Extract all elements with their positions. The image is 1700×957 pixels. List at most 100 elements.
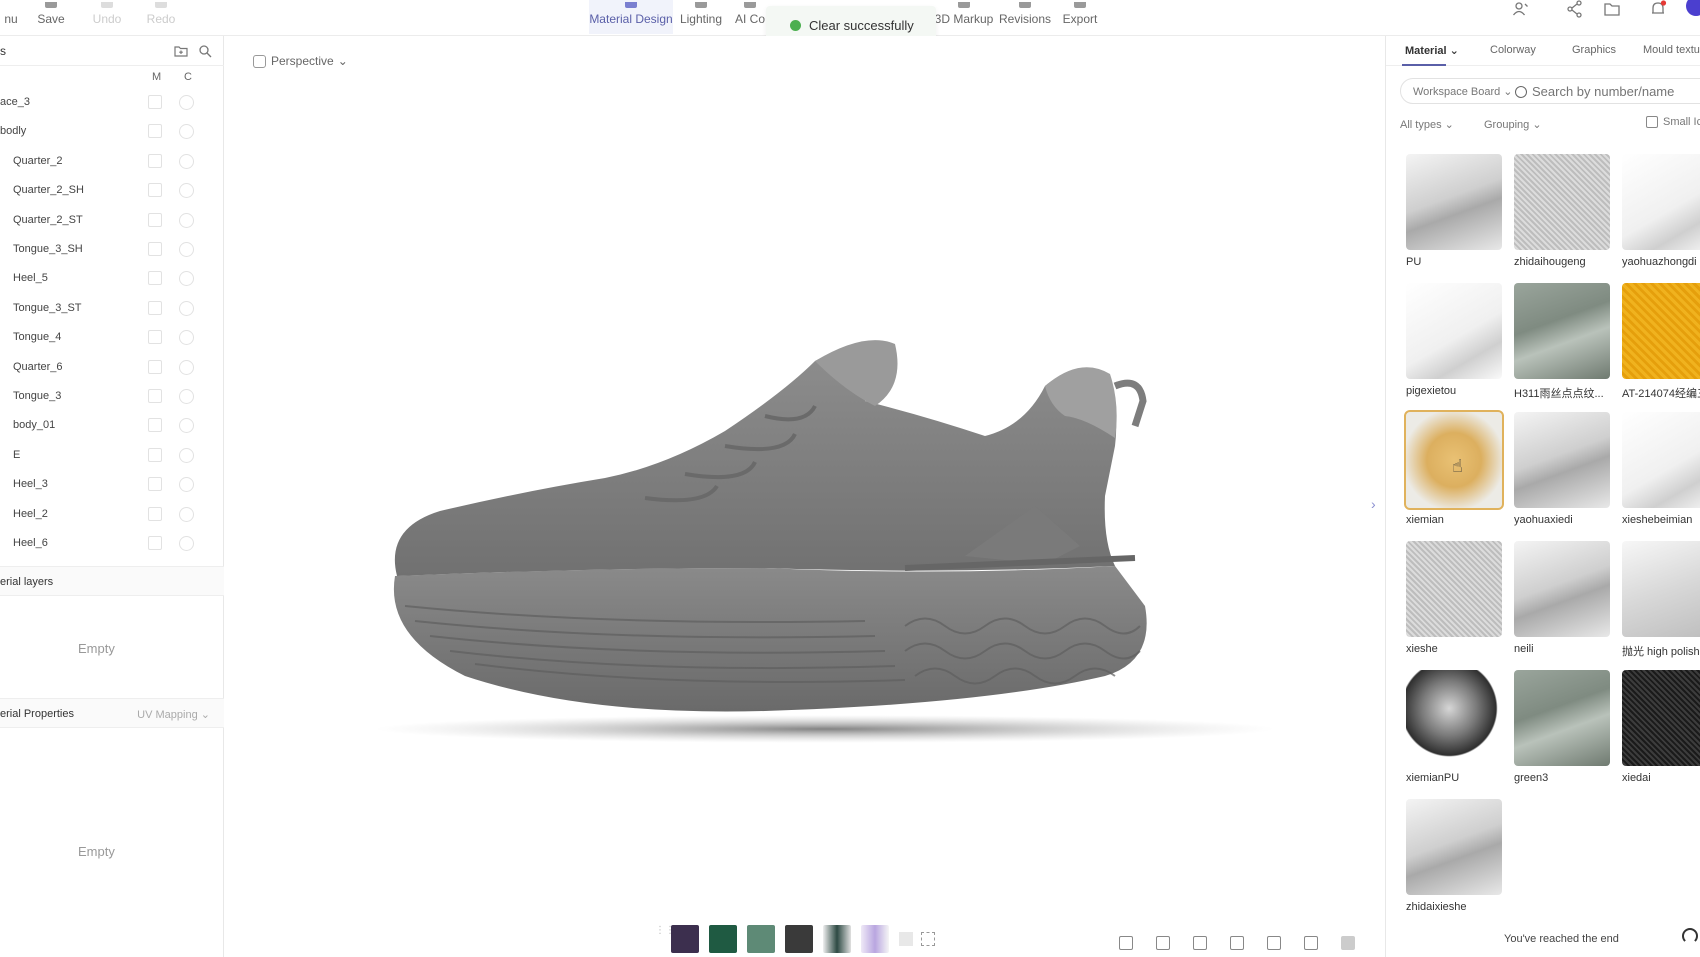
layer-row[interactable]: bodly — [0, 117, 224, 146]
material-checkbox[interactable] — [148, 212, 162, 227]
material-tile[interactable]: xieshebeimian — [1622, 412, 1700, 526]
color-radio[interactable] — [179, 389, 194, 404]
material-tile[interactable]: 抛光 high polish — [1622, 541, 1700, 659]
material-tile[interactable]: AT-214074经编三 — [1622, 283, 1700, 401]
material-checkbox[interactable] — [148, 271, 162, 286]
material-tile[interactable]: neili — [1514, 541, 1610, 655]
drag-handle-icon[interactable]: ⋮⋮ — [655, 926, 675, 950]
search-icon[interactable] — [198, 44, 212, 58]
layer-row[interactable]: E — [0, 441, 224, 470]
view-mode-dropdown[interactable]: Perspective ⌄ — [253, 54, 348, 68]
menu-button[interactable]: nu — [0, 0, 22, 34]
print-icon[interactable] — [1193, 936, 1207, 950]
support-headset-icon[interactable] — [1682, 928, 1698, 944]
material-checkbox[interactable] — [148, 477, 162, 492]
material-checkbox[interactable] — [148, 418, 162, 433]
redo-button[interactable]: Redo — [146, 0, 176, 34]
swatch-gradient-lavender[interactable] — [861, 925, 889, 953]
material-checkbox[interactable] — [148, 506, 162, 521]
save-button[interactable]: Save — [36, 0, 66, 34]
share-icon[interactable] — [1566, 0, 1584, 18]
shoe-3d-model[interactable] — [345, 306, 1305, 746]
material-tile[interactable]: xiemianPU — [1406, 670, 1502, 784]
paint-bucket-icon[interactable] — [1267, 936, 1281, 950]
texture-icon[interactable] — [1341, 936, 1355, 950]
material-layers-header[interactable]: erial layers — [0, 566, 224, 596]
swatch-4[interactable] — [785, 925, 813, 953]
material-tile[interactable]: ☝ xiemian — [1404, 410, 1504, 526]
layer-row[interactable]: ace_3 — [0, 88, 224, 117]
scope-dropdown[interactable]: Workspace Board ⌄ — [1413, 85, 1513, 98]
effects-icon[interactable] — [1230, 936, 1244, 950]
grouping-dropdown[interactable]: Grouping ⌄ — [1484, 118, 1542, 131]
team-icon[interactable] — [1512, 0, 1530, 18]
material-tile[interactable]: yaohuaxiedi — [1514, 412, 1610, 526]
color-radio[interactable] — [179, 300, 194, 316]
material-checkbox[interactable] — [148, 242, 162, 256]
color-radio[interactable] — [179, 153, 194, 169]
small-icons-toggle[interactable]: Small Ic — [1646, 116, 1700, 128]
tab-colorway[interactable]: Colorway — [1490, 44, 1536, 56]
cube-icon[interactable] — [1119, 936, 1133, 950]
tab-mould-texture[interactable]: Mould textu — [1643, 44, 1700, 56]
material-properties-header[interactable]: erial Properties UV Mapping ⌄ — [0, 698, 224, 728]
color-radio[interactable] — [179, 447, 194, 463]
tab-material-design[interactable]: Material Design — [589, 0, 673, 34]
color-radio[interactable] — [179, 506, 194, 522]
folder-icon[interactable] — [1603, 0, 1621, 18]
material-tile[interactable]: green3 — [1514, 670, 1610, 784]
material-tile[interactable]: zhidaixieshe — [1406, 799, 1502, 913]
color-radio[interactable] — [179, 359, 194, 375]
color-radio[interactable] — [179, 124, 194, 140]
swatch-gradient-teal[interactable] — [823, 925, 851, 953]
tab-graphics[interactable]: Graphics — [1572, 44, 1616, 56]
add-folder-icon[interactable] — [174, 44, 188, 58]
material-checkbox[interactable] — [148, 389, 162, 403]
material-tile[interactable]: xiedai — [1622, 670, 1700, 784]
material-checkbox[interactable] — [148, 153, 162, 168]
material-checkbox[interactable] — [148, 536, 162, 550]
color-radio[interactable] — [179, 183, 194, 199]
undo-button[interactable]: Undo — [92, 0, 122, 34]
3d-viewport[interactable]: Perspective ⌄ ⋮⋮ › — [225, 36, 1385, 957]
material-checkbox[interactable] — [148, 183, 162, 198]
color-radio[interactable] — [179, 95, 194, 110]
clear-swatch-icon[interactable] — [899, 932, 913, 946]
layer-row[interactable]: Quarter_2 — [0, 147, 224, 176]
material-tile[interactable]: H311雨丝点点纹... — [1514, 283, 1610, 401]
color-radio[interactable] — [179, 212, 194, 228]
color-radio[interactable] — [179, 536, 194, 551]
color-radio[interactable] — [179, 477, 194, 493]
layer-row[interactable]: Heel_2 — [0, 500, 224, 529]
tab-lighting[interactable]: Lighting — [679, 0, 723, 34]
grid-icon[interactable] — [1156, 936, 1170, 950]
layer-row[interactable]: Heel_5 — [0, 264, 224, 293]
color-radio[interactable] — [179, 418, 194, 434]
material-checkbox[interactable] — [148, 124, 162, 139]
swatch-2[interactable] — [709, 925, 737, 953]
layer-row[interactable]: Tongue_3_ST — [0, 294, 224, 323]
color-radio[interactable] — [179, 242, 194, 257]
material-tile[interactable]: xieshe — [1406, 541, 1502, 655]
layer-row[interactable]: Quarter_2_ST — [0, 206, 224, 235]
color-radio[interactable] — [179, 271, 194, 287]
swatch-3[interactable] — [747, 925, 775, 953]
layer-row[interactable]: body_01 — [0, 411, 224, 440]
material-checkbox[interactable] — [148, 359, 162, 374]
tab-ai[interactable]: AI Co — [734, 0, 766, 34]
uv-mapping-dropdown[interactable]: UV Mapping ⌄ — [137, 708, 210, 721]
tab-revisions[interactable]: Revisions — [999, 0, 1051, 34]
layer-row[interactable]: Tongue_4 — [0, 323, 224, 352]
avatar[interactable] — [1686, 0, 1700, 16]
layer-row[interactable]: Quarter_6 — [0, 353, 224, 382]
tab-material[interactable]: Material ⌄ — [1405, 44, 1459, 57]
layer-row[interactable]: Heel_6 — [0, 529, 224, 558]
material-checkbox[interactable] — [148, 95, 162, 109]
swatch-1[interactable] — [671, 925, 699, 953]
bell-icon[interactable] — [1649, 0, 1667, 18]
tab-export[interactable]: Export — [1062, 0, 1098, 34]
material-tile[interactable]: PU — [1406, 154, 1502, 268]
layer-row[interactable]: Heel_3 — [0, 470, 224, 499]
fullscreen-icon[interactable] — [921, 932, 935, 946]
layer-row[interactable]: Quarter_2_SH — [0, 176, 224, 205]
